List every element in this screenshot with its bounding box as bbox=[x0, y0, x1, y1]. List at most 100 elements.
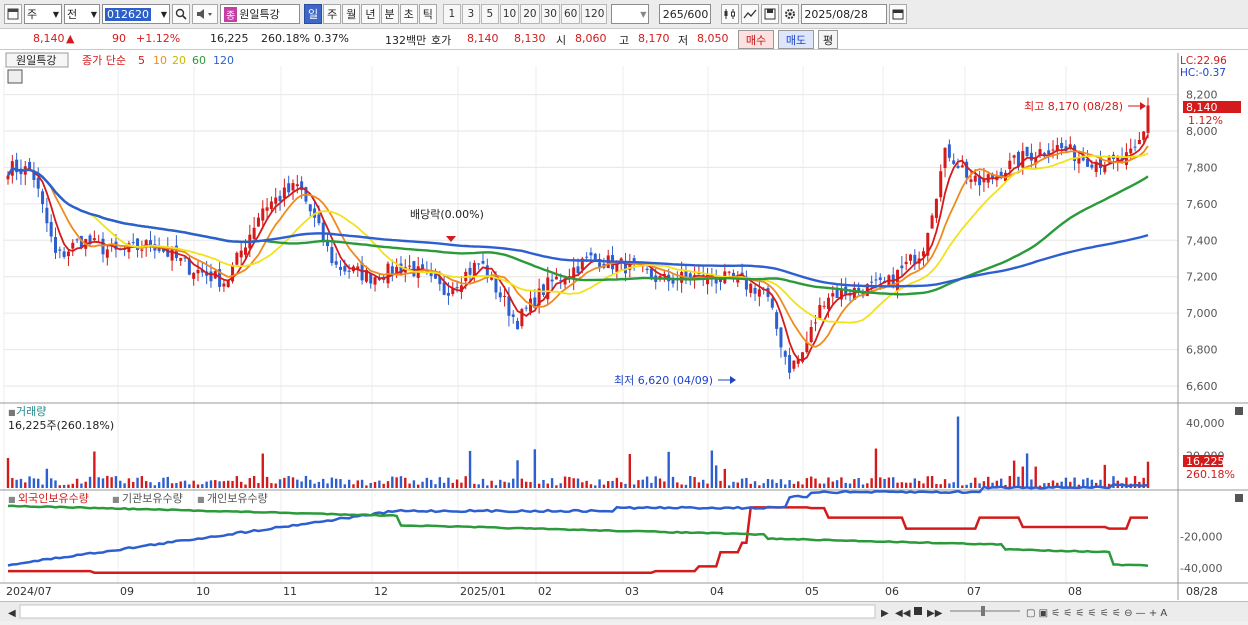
interval-1[interactable]: 1 bbox=[442, 4, 461, 24]
window-menu-icon[interactable] bbox=[4, 4, 22, 24]
hc-label: HC:-0.37 bbox=[1180, 67, 1226, 79]
volume-bar bbox=[848, 483, 852, 488]
calendar-icon[interactable] bbox=[889, 4, 908, 24]
volume-bar bbox=[425, 477, 429, 488]
candle-body bbox=[170, 249, 174, 261]
tab-month[interactable]: 월 bbox=[342, 4, 361, 24]
candle-body bbox=[317, 214, 321, 224]
chevron-down-icon: ▼ bbox=[90, 9, 97, 19]
prev-select[interactable]: 전 ▼ bbox=[64, 4, 100, 24]
volume-bar bbox=[956, 416, 960, 488]
interval-5[interactable]: 5 bbox=[480, 4, 499, 24]
interval-3[interactable]: 3 bbox=[461, 4, 480, 24]
volume-bar bbox=[62, 484, 66, 488]
zoom-slider-handle[interactable] bbox=[981, 606, 985, 616]
volume-bar bbox=[175, 482, 178, 488]
tab-week[interactable]: 주 bbox=[323, 4, 342, 24]
tab-second[interactable]: 초 bbox=[399, 4, 418, 24]
volume-bar bbox=[788, 480, 791, 488]
volume-bar bbox=[939, 484, 942, 488]
interval-60[interactable]: 60 bbox=[561, 4, 581, 24]
volume-bar bbox=[766, 478, 770, 488]
price-tick-label: 7,000 bbox=[1186, 307, 1218, 320]
volume-tag-pct: 260.18% bbox=[1186, 468, 1235, 481]
date-input[interactable]: 2025/08/28 bbox=[801, 4, 888, 24]
interval-10[interactable]: 10 bbox=[499, 4, 520, 24]
volume-bar bbox=[257, 483, 260, 488]
custom-interval-select[interactable]: ▼ bbox=[611, 4, 650, 24]
volume-bar bbox=[54, 480, 57, 488]
candle-body bbox=[36, 177, 40, 189]
candle-body bbox=[1137, 140, 1141, 145]
stock-code-input[interactable]: 012620 ▼ bbox=[102, 4, 170, 24]
tab-tick[interactable]: 틱 bbox=[418, 4, 437, 24]
play-icon[interactable]: ▶ bbox=[881, 608, 889, 619]
volume-bar bbox=[598, 479, 601, 488]
tab-minute[interactable]: 분 bbox=[380, 4, 399, 24]
candle-body bbox=[792, 360, 796, 369]
forward-icon[interactable]: ▶▶ bbox=[927, 608, 943, 619]
volume-bar bbox=[702, 479, 705, 488]
stock-chart[interactable]: 8,2008,0007,8007,6007,4007,2007,0006,800… bbox=[0, 50, 1248, 601]
interval-120[interactable]: 120 bbox=[581, 4, 608, 24]
chart-type-icon[interactable] bbox=[721, 4, 740, 24]
rewind-icon[interactable]: ◀◀ bbox=[895, 608, 911, 619]
trade-amount: 132백만 bbox=[385, 34, 427, 47]
chart-scroll-bar[interactable]: ◀ ▶ ◀◀ ▶▶ ▢ ▣ ⚟ ⚟ ⚟ ⚟ ⚟ ⚟ ⊖ — + A bbox=[0, 601, 1248, 621]
candle-body bbox=[1042, 152, 1046, 155]
stock-name-field[interactable]: 종 원일특강 bbox=[220, 4, 300, 24]
volume-bar bbox=[624, 483, 627, 488]
period-select-value: 주 bbox=[27, 8, 38, 21]
ma-legend-60: 60 bbox=[192, 54, 206, 67]
holding-legend-1: 기관보유수량 bbox=[122, 492, 183, 505]
stop-icon[interactable] bbox=[914, 607, 922, 615]
layout-icons[interactable]: ▢ ▣ ⚟ ⚟ ⚟ ⚟ ⚟ ⚟ ⊖ — + A bbox=[1026, 608, 1167, 619]
candle-body bbox=[589, 252, 593, 256]
ma-legend-20: 20 bbox=[172, 54, 186, 67]
x-tick-label: 11 bbox=[283, 585, 297, 598]
period-select[interactable]: 주 ▼ bbox=[24, 4, 62, 24]
volume-bar bbox=[330, 477, 334, 488]
volume-bar bbox=[965, 484, 968, 488]
volume-bar bbox=[801, 484, 804, 488]
price-tick-label: 8,200 bbox=[1186, 89, 1218, 102]
candle-body bbox=[960, 165, 964, 168]
low-price: 8,050 bbox=[697, 32, 729, 45]
volume-bar bbox=[434, 484, 437, 488]
buy-button[interactable]: 매수 bbox=[738, 30, 774, 49]
volume-bar bbox=[196, 484, 200, 488]
chart-axes: 8,2008,0007,8007,6007,4007,2007,0006,800… bbox=[6, 89, 1225, 598]
tab-day[interactable]: 일 bbox=[304, 4, 323, 24]
save-icon[interactable] bbox=[761, 4, 780, 24]
volume-bar bbox=[870, 478, 873, 488]
volume-bar bbox=[611, 480, 614, 488]
candle-body bbox=[576, 266, 580, 274]
volume-bar bbox=[572, 478, 575, 488]
gear-icon[interactable] bbox=[781, 4, 800, 24]
candle-body bbox=[930, 215, 934, 229]
candle-body bbox=[831, 293, 835, 297]
interval-20[interactable]: 20 bbox=[520, 4, 540, 24]
volume-bar bbox=[546, 483, 549, 488]
volume-bar bbox=[455, 479, 459, 488]
candle-body bbox=[92, 238, 96, 241]
volume-bar bbox=[883, 478, 886, 488]
interval-30[interactable]: 30 bbox=[540, 4, 560, 24]
volume-bar bbox=[339, 479, 342, 488]
count-input[interactable]: 265 /600 bbox=[659, 4, 712, 24]
eval-button[interactable]: 평 bbox=[818, 30, 838, 49]
volume-bar bbox=[473, 483, 476, 488]
sell-button[interactable]: 매도 bbox=[778, 30, 814, 49]
candle-body bbox=[1008, 160, 1012, 169]
high-label: 고 bbox=[619, 34, 630, 47]
scroll-left-icon[interactable]: ◀ bbox=[8, 608, 16, 619]
search-icon[interactable] bbox=[172, 4, 190, 24]
current-price-tag-pct: 1.12% bbox=[1188, 114, 1223, 127]
tab-year[interactable]: 년 bbox=[361, 4, 380, 24]
draw-tool-icon[interactable] bbox=[741, 4, 760, 24]
ma-legend-120: 120 bbox=[213, 54, 234, 67]
scroll-track[interactable] bbox=[19, 604, 876, 619]
sound-icon[interactable] bbox=[192, 4, 218, 24]
volume-bar bbox=[1025, 453, 1029, 488]
volume-bar bbox=[512, 478, 515, 488]
